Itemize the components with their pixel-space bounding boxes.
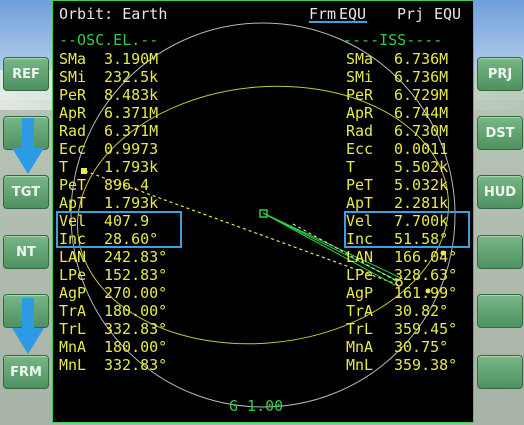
right-row-value: 5.032k bbox=[394, 176, 449, 194]
left-row-label: LAN bbox=[59, 248, 87, 266]
right-row-value: 30.82° bbox=[394, 302, 449, 320]
right-row-label: ApT bbox=[346, 194, 374, 212]
right-row-value: 359.38° bbox=[394, 356, 458, 374]
right-row-value: 6.730M bbox=[394, 122, 449, 140]
left-row-value: 232.5k bbox=[104, 68, 159, 86]
left-row-value: 270.00° bbox=[104, 284, 168, 302]
right-button-6[interactable] bbox=[477, 355, 523, 389]
arrow-down-icon bbox=[12, 298, 44, 354]
right-row-label: MnL bbox=[346, 356, 374, 374]
right-row-label: Ecc bbox=[346, 140, 374, 158]
left-row-label: SMa bbox=[59, 50, 87, 68]
frm-button-label: FRM bbox=[10, 364, 42, 380]
left-row-label: T bbox=[59, 158, 69, 176]
right-row-value: 359.45° bbox=[394, 320, 458, 338]
right-row-label: PeT bbox=[346, 176, 374, 194]
left-row-value: 6.371M bbox=[104, 122, 159, 140]
frm-value[interactable]: EQU bbox=[339, 7, 366, 22]
hud-button[interactable]: HUD bbox=[477, 175, 523, 209]
right-row-label: MnA bbox=[346, 338, 374, 356]
frm-button[interactable]: FRM bbox=[3, 355, 49, 389]
scale-readout: G 1.00 bbox=[229, 397, 284, 415]
nt-button[interactable]: NT bbox=[3, 235, 49, 269]
apoapsis-marker bbox=[81, 168, 87, 174]
tgt-button-label: TGT bbox=[11, 184, 41, 200]
left-row-value: 896.4 bbox=[104, 176, 150, 194]
right-row-label: ApR bbox=[346, 104, 374, 122]
left-row-value: 3.190M bbox=[104, 50, 159, 68]
left-vel-inc-highlight bbox=[56, 211, 182, 248]
left-row-value: 1.793k bbox=[104, 158, 159, 176]
prj-value[interactable]: EQU bbox=[434, 7, 461, 22]
frm-label[interactable]: Frm bbox=[309, 7, 336, 22]
right-button-4[interactable] bbox=[477, 235, 523, 269]
right-row-label: TrL bbox=[346, 320, 374, 338]
prj-button-label: PRJ bbox=[487, 66, 513, 82]
dst-button[interactable]: DST bbox=[477, 116, 523, 150]
left-row-label: MnA bbox=[59, 338, 87, 356]
left-row-value: 332.83° bbox=[104, 320, 168, 338]
left-row-label: MnL bbox=[59, 356, 87, 374]
frm-underline bbox=[309, 21, 367, 23]
right-row-value: 6.729M bbox=[394, 86, 449, 104]
left-row-value: 0.9973 bbox=[104, 140, 159, 158]
left-row-label: ApT bbox=[59, 194, 87, 212]
prj-button[interactable]: PRJ bbox=[477, 57, 523, 91]
ref-button[interactable]: REF bbox=[3, 57, 49, 91]
hud-button-label: HUD bbox=[483, 184, 517, 200]
right-row-value: 2.281k bbox=[394, 194, 449, 212]
right-row-label: SMa bbox=[346, 50, 374, 68]
right-row-label: PeR bbox=[346, 86, 374, 104]
left-row-label: TrL bbox=[59, 320, 87, 338]
right-row-label: AgP bbox=[346, 284, 374, 302]
right-row-label: Rad bbox=[346, 122, 374, 140]
right-button-5[interactable] bbox=[477, 294, 523, 328]
right-row-label: LPe bbox=[346, 266, 374, 284]
left-row-value: 152.83° bbox=[104, 266, 168, 284]
left-row-value: 180.00° bbox=[104, 338, 168, 356]
left-row-label: LPe bbox=[59, 266, 87, 284]
ref-button-label: REF bbox=[12, 66, 40, 82]
nt-button-label: NT bbox=[16, 244, 36, 260]
left-row-label: AgP bbox=[59, 284, 87, 302]
right-row-label: SMi bbox=[346, 68, 374, 86]
right-row-label: LAN bbox=[346, 248, 374, 266]
right-row-value: 166.04° bbox=[394, 248, 458, 266]
left-row-value: 180.00° bbox=[104, 302, 168, 320]
left-row-label: TrA bbox=[59, 302, 87, 320]
right-row-value: 6.744M bbox=[394, 104, 449, 122]
left-heading: --OSC.EL.-- bbox=[59, 31, 159, 49]
left-row-label: Ecc bbox=[59, 140, 87, 158]
right-row-value: 6.736M bbox=[394, 68, 449, 86]
left-row-label: Rad bbox=[59, 122, 87, 140]
right-heading: ----ISS---- bbox=[343, 31, 443, 49]
right-row-value: 0.0011 bbox=[394, 140, 449, 158]
left-row-label: ApR bbox=[59, 104, 87, 122]
right-row-value: 5.502k bbox=[394, 158, 449, 176]
right-row-value: 6.736M bbox=[394, 50, 449, 68]
left-row-value: 1.793k bbox=[104, 194, 159, 212]
left-row-value: 242.83° bbox=[104, 248, 168, 266]
arrow-down-icon bbox=[12, 118, 44, 174]
right-row-value: 30.75° bbox=[394, 338, 449, 356]
right-vel-inc-highlight bbox=[344, 211, 470, 248]
left-row-value: 8.483k bbox=[104, 86, 159, 104]
orbit-title: Orbit: Earth bbox=[59, 5, 168, 23]
left-row-value: 6.371M bbox=[104, 104, 159, 122]
right-row-label: T bbox=[346, 158, 356, 176]
left-row-label: PeR bbox=[59, 86, 87, 104]
right-row-label: TrA bbox=[346, 302, 374, 320]
prj-label[interactable]: Prj bbox=[397, 7, 424, 22]
left-row-value: 332.83° bbox=[104, 356, 168, 374]
orbit-mfd-display: Orbit: Earth Frm EQU Prj EQU --OSC.EL.--… bbox=[52, 0, 474, 423]
right-row-value: 161.99° bbox=[394, 284, 458, 302]
tgt-button[interactable]: TGT bbox=[3, 175, 49, 209]
left-row-label: SMi bbox=[59, 68, 87, 86]
right-row-value: 328.63° bbox=[394, 266, 458, 284]
dst-button-label: DST bbox=[485, 125, 515, 141]
left-row-label: PeT bbox=[59, 176, 87, 194]
